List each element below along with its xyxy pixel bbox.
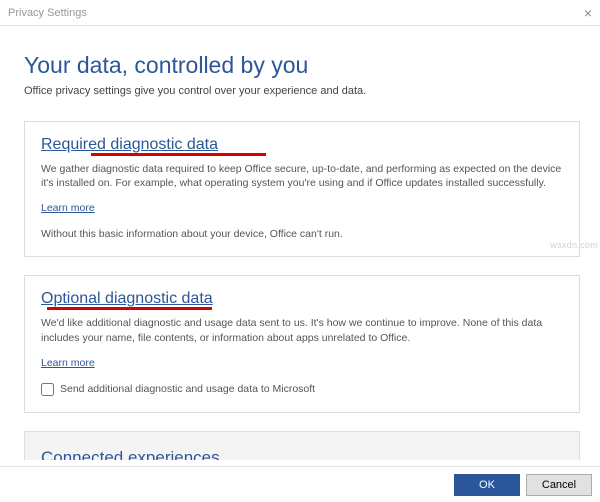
cancel-button[interactable]: Cancel — [526, 474, 592, 496]
required-note: Without this basic information about you… — [41, 228, 563, 240]
send-additional-data-row[interactable]: Send additional diagnostic and usage dat… — [41, 383, 563, 396]
connected-experiences-heading: Connected experiences — [41, 448, 563, 460]
send-additional-data-checkbox[interactable] — [41, 383, 54, 396]
optional-diagnostic-card: Optional diagnostic data We'd like addit… — [24, 275, 580, 412]
optional-heading: Optional diagnostic data — [41, 290, 213, 308]
optional-learn-more-link[interactable]: Learn more — [41, 357, 95, 369]
required-learn-more-link[interactable]: Learn more — [41, 202, 95, 214]
ok-button[interactable]: OK — [454, 474, 520, 496]
required-description: We gather diagnostic data required to ke… — [41, 162, 563, 190]
send-additional-data-label: Send additional diagnostic and usage dat… — [60, 383, 315, 395]
required-diagnostic-card: Required diagnostic data We gather diagn… — [24, 121, 580, 257]
close-icon[interactable]: × — [584, 5, 592, 21]
scroll-area[interactable]: Your data, controlled by you Office priv… — [6, 32, 594, 460]
page-subtitle: Office privacy settings give you control… — [24, 85, 580, 97]
required-heading: Required diagnostic data — [41, 136, 218, 154]
window-title: Privacy Settings — [8, 7, 87, 19]
page-title: Your data, controlled by you — [24, 52, 580, 79]
optional-description: We'd like additional diagnostic and usag… — [41, 316, 563, 344]
content-wrapper: Your data, controlled by you Office priv… — [0, 26, 600, 466]
titlebar: Privacy Settings × — [0, 0, 600, 26]
dialog-footer: OK Cancel — [0, 466, 600, 502]
connected-experiences-card: Connected experiences — [24, 431, 580, 460]
